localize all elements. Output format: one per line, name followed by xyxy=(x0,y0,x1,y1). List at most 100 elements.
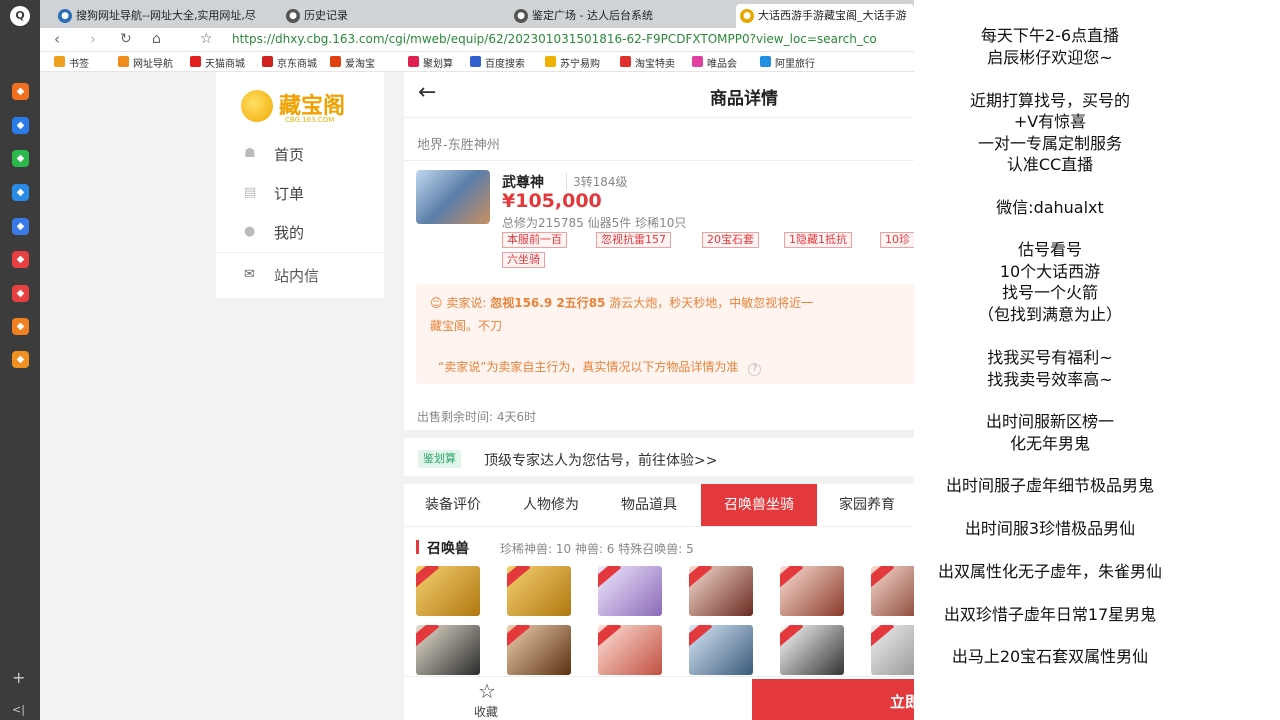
home-nav-icon[interactable]: ⌂ xyxy=(152,31,161,47)
buy-button[interactable]: 立即 xyxy=(752,679,914,720)
product-detail-panel: ← 商品详情 地界-东胜神州 武尊神 3转184级 ¥105,000 总修为21… xyxy=(404,72,914,720)
character-avatar[interactable] xyxy=(416,170,490,224)
help-icon[interactable]: ? xyxy=(748,363,762,376)
download-icon[interactable]: ◆ xyxy=(12,251,29,268)
seller-note-line: ☺ 卖家说: 忽视156.9 2五行85 游云大炮，秒天秒地，中敏忽视将近一 xyxy=(430,294,813,311)
app-logo-icon[interactable]: Q xyxy=(10,6,30,26)
chat-icon: ☺ xyxy=(430,296,443,310)
pet-thumbnail[interactable] xyxy=(780,625,844,675)
bookmark-item[interactable]: 阿里旅行 xyxy=(760,55,815,70)
pet-thumbnail[interactable] xyxy=(871,625,914,675)
add-icon[interactable]: + xyxy=(12,668,25,687)
pet-thumbnail[interactable] xyxy=(598,566,662,616)
bookmark-item[interactable]: 唯品会 xyxy=(692,55,737,70)
pet-thumbnail[interactable] xyxy=(416,625,480,675)
pet-thumbnail[interactable] xyxy=(507,625,571,675)
baidu-icon xyxy=(470,56,481,67)
back-nav-icon[interactable]: ‹ xyxy=(54,30,60,48)
jianding-badge[interactable]: 鉴划算 xyxy=(418,450,461,468)
brand-subtitle: CBG.163.COM xyxy=(285,116,335,124)
bookmark-item[interactable]: 京东商城 xyxy=(262,55,317,70)
bookmark-label: 唯品会 xyxy=(707,59,737,70)
pet-thumbnail[interactable] xyxy=(507,566,571,616)
share-icon[interactable]: ◆ xyxy=(12,184,29,201)
bookmark-item[interactable]: 淘宝特卖 xyxy=(620,55,675,70)
rare-ribbon xyxy=(507,625,531,649)
order-icon: ▤ xyxy=(244,185,257,200)
tab-home[interactable]: 家园养育 xyxy=(817,484,914,526)
browser-tab[interactable]: ● 搜狗网址导航--网址大全,实用网址,尽 xyxy=(54,4,282,28)
rare-ribbon xyxy=(871,566,895,590)
history-icon[interactable]: ◆ xyxy=(12,83,29,100)
bookmark-item[interactable]: 天猫商城 xyxy=(190,55,245,70)
pet-thumbnail[interactable] xyxy=(689,566,753,616)
tab-summons-mounts[interactable]: 召唤兽坐骑 xyxy=(701,484,817,526)
browser-tab[interactable]: ● 历史记录 xyxy=(282,4,510,28)
pet-thumbnail[interactable] xyxy=(598,625,662,675)
url-field[interactable]: https://dhxy.cbg.163.com/cgi/mweb/equip/… xyxy=(232,32,877,46)
bookmark-item[interactable]: 聚划算 xyxy=(408,55,453,70)
pet-thumbnail[interactable] xyxy=(780,566,844,616)
appraisal-link[interactable]: 顶级专家达人为您估号，前往体验>> xyxy=(484,450,717,470)
feature-tag: 1隐藏1抵抗 xyxy=(784,232,852,248)
search-icon[interactable]: ◆ xyxy=(12,318,29,335)
overlay-line: 启辰彬仔欢迎您~ xyxy=(987,48,1113,67)
sidebar-item-label: 订单 xyxy=(274,185,305,203)
collapse-icon[interactable]: <| xyxy=(12,703,25,716)
pet-thumbnail[interactable] xyxy=(689,625,753,675)
tab-equipment[interactable]: 装备评价 xyxy=(404,484,502,526)
bookmark-item[interactable]: 网址导航 xyxy=(118,55,173,70)
tab-character[interactable]: 人物修为 xyxy=(502,484,600,526)
sidebar-item-home[interactable]: ☗ 首页 xyxy=(244,144,304,165)
browser-tab[interactable]: ● 大话西游手游藏宝阁_大话手游 xyxy=(736,4,914,28)
bottom-action-bar: ☆ 收藏 立即 xyxy=(404,676,914,720)
pet-thumbnail[interactable] xyxy=(416,566,480,616)
bookmark-item[interactable]: 书签 xyxy=(54,55,89,70)
bookmark-label: 百度搜索 xyxy=(485,59,525,70)
tab-items[interactable]: 物品道具 xyxy=(600,484,698,526)
aitaobao-icon xyxy=(330,56,341,67)
browser-tab[interactable]: ● 鉴定广场 - 达人后台系统 xyxy=(510,4,738,28)
feature-tag: 六坐骑 xyxy=(502,252,545,268)
forward-nav-icon[interactable]: › xyxy=(90,30,96,48)
feature-tag: 本服前一百 xyxy=(502,232,567,248)
message-icon[interactable]: ◆ xyxy=(12,117,29,134)
divider xyxy=(404,160,914,161)
address-bar-row: ‹ › ↻ ⌂ ☆ https://dhxy.cbg.163.com/cgi/m… xyxy=(40,28,914,52)
pdf-icon[interactable]: ◆ xyxy=(12,285,29,302)
favorite-label[interactable]: 收藏 xyxy=(474,703,498,720)
pet-thumbnail[interactable] xyxy=(871,566,914,616)
overlay-line: 估号看号 xyxy=(1017,240,1082,259)
overlay-line: 找号一个火箭 xyxy=(1001,283,1098,302)
overlay-line: 出双属性化无子虚年，朱雀男仙 xyxy=(937,562,1162,581)
rare-ribbon xyxy=(507,566,531,590)
page-title: 商品详情 xyxy=(710,89,778,109)
wechat-icon[interactable]: ◆ xyxy=(12,150,29,167)
overlay-line: +V有惊喜 xyxy=(1013,112,1087,131)
sidebar-item-messages[interactable]: ✉ 站内信 xyxy=(244,265,319,286)
treasure-bag-icon xyxy=(241,90,273,122)
buy-label: 立即 xyxy=(890,693,914,711)
jd-icon xyxy=(262,56,273,67)
tmall-icon xyxy=(190,56,201,67)
sidebar-item-orders[interactable]: ▤ 订单 xyxy=(244,183,304,204)
bookmark-label: 聚划算 xyxy=(423,59,453,70)
folder-icon[interactable]: ◆ xyxy=(12,351,29,368)
nav-icon xyxy=(118,56,129,67)
detail-header: ← 商品详情 xyxy=(404,72,914,118)
price: ¥105,000 xyxy=(502,190,602,212)
section-marker xyxy=(416,540,419,554)
cloud-icon[interactable]: ◆ xyxy=(12,218,29,235)
refresh-icon[interactable]: ↻ xyxy=(120,31,132,47)
cbg-logo[interactable]: 藏宝阁 CBG.163.COM xyxy=(241,88,371,124)
browser-tab-label: 搜狗网址导航--网址大全,实用网址,尽 xyxy=(76,9,256,22)
taobao-icon xyxy=(620,56,631,67)
sidebar-item-mine[interactable]: ● 我的 xyxy=(244,222,304,243)
bookmark-item[interactable]: 百度搜索 xyxy=(470,55,525,70)
rare-ribbon xyxy=(689,625,713,649)
favorite-star-icon[interactable]: ☆ xyxy=(478,679,496,703)
back-arrow-icon[interactable]: ← xyxy=(418,80,436,105)
bookmark-star-icon[interactable]: ☆ xyxy=(200,31,213,47)
bookmark-item[interactable]: 苏宁易购 xyxy=(545,55,600,70)
bookmark-item[interactable]: 爱淘宝 xyxy=(330,55,375,70)
